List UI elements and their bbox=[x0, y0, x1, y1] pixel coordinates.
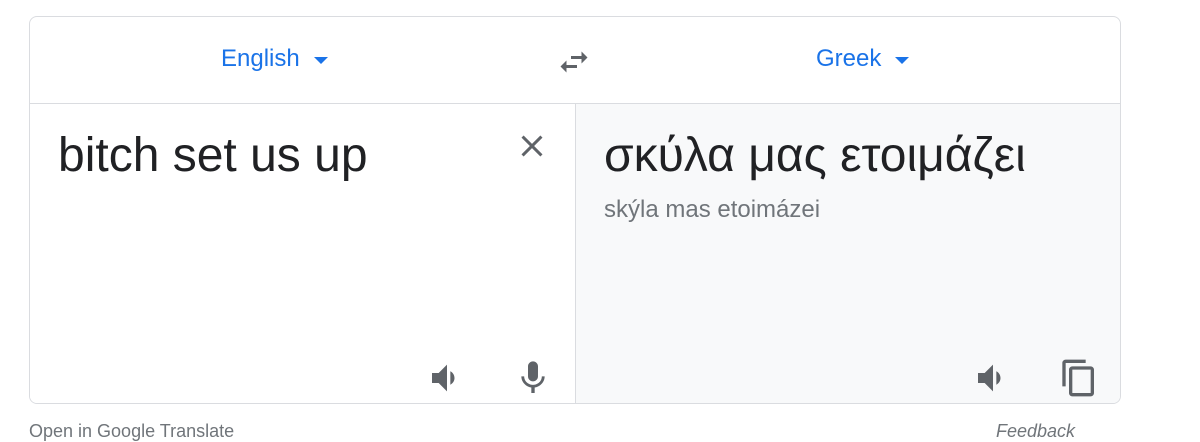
speaker-icon bbox=[978, 364, 1001, 392]
copy-icon bbox=[1062, 359, 1094, 397]
voice-input-button[interactable] bbox=[513, 358, 553, 398]
listen-translation-button[interactable] bbox=[973, 358, 1013, 398]
target-language-label: Greek bbox=[816, 45, 882, 72]
speaker-icon bbox=[432, 364, 455, 392]
swap-languages-button[interactable] bbox=[556, 44, 592, 80]
language-bar: English Greek bbox=[30, 17, 1120, 104]
translation-text: σκύλα μας ετοιμάζει bbox=[604, 129, 1026, 182]
microphone-icon bbox=[521, 361, 545, 393]
source-language-select[interactable]: English bbox=[221, 45, 328, 73]
listen-source-button[interactable] bbox=[427, 358, 467, 398]
close-icon bbox=[521, 135, 543, 157]
copy-translation-button[interactable] bbox=[1059, 358, 1099, 398]
transliteration-text: skýla mas etoimázei bbox=[604, 196, 821, 223]
source-pane[interactable]: bitch set us up bbox=[30, 104, 576, 403]
chevron-down-icon bbox=[313, 57, 328, 64]
clear-source-button[interactable] bbox=[514, 128, 550, 164]
swap-arrows-icon bbox=[560, 51, 588, 73]
translate-card: English Greek bitch set us up σκύλα μας … bbox=[29, 16, 1121, 404]
source-language-label: English bbox=[221, 45, 300, 72]
source-text-input[interactable]: bitch set us up bbox=[58, 128, 368, 183]
chevron-down-icon bbox=[895, 57, 910, 64]
target-pane: σκύλα μας ετοιμάζει skýla mas etoimázei bbox=[576, 104, 1120, 403]
target-language-select[interactable]: Greek bbox=[816, 45, 910, 73]
